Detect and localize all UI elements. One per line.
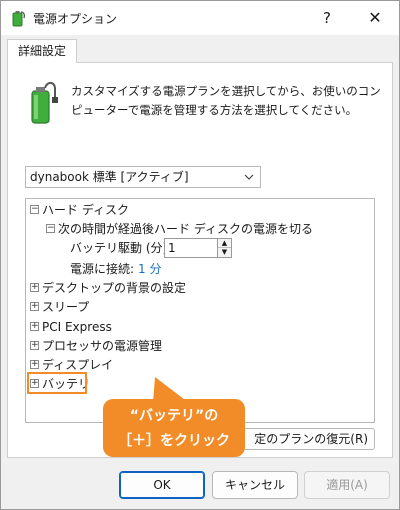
tree-item-hard-disk[interactable]: − ハード ディスク [30, 201, 129, 220]
ac-power-value-link[interactable]: 1 分 [138, 262, 161, 276]
apply-button[interactable]: 適用(A) [304, 471, 390, 499]
tree-item-processor-power[interactable]: + プロセッサの電源管理 [30, 337, 162, 356]
close-button[interactable]: ✕ [355, 1, 395, 35]
expand-icon[interactable]: + [30, 341, 39, 350]
battery-duration-input[interactable]: 1 [164, 238, 218, 258]
ac-power-setting: 電源に接続: 1 分 [70, 262, 162, 276]
collapse-icon[interactable]: − [46, 224, 55, 233]
cancel-button[interactable]: キャンセル [212, 471, 298, 499]
restore-plan-defaults-button[interactable]: 定のプランの復元(R) [223, 428, 375, 450]
description-text: カスタマイズする電源プランを選択してから、お使いのコンピューターで電源を管理する… [71, 84, 381, 117]
callout-line-1: “バッテリ”の [129, 408, 219, 424]
battery-plug-icon [31, 81, 58, 124]
tree-item-sleep[interactable]: + スリープ [30, 298, 89, 317]
stepper-down-icon[interactable]: ▼ [218, 248, 231, 257]
help-button[interactable]: ? [307, 1, 347, 35]
tab-advanced-settings[interactable]: 詳細設定 [7, 39, 77, 63]
tree-item-pci-express[interactable]: + PCI Express [30, 318, 112, 337]
battery-duration-label: バッテリ駆動 (分): [70, 241, 172, 255]
power-options-icon [12, 11, 26, 27]
window-title: 電源オプション [33, 12, 118, 26]
title-bar: 電源オプション ? ✕ [1, 1, 399, 35]
power-plan-dropdown[interactable]: dynabook 標準 [アクティブ] [25, 166, 261, 188]
tree-item-desktop-background[interactable]: + デスクトップの背景の設定 [30, 279, 186, 298]
expand-icon[interactable]: + [30, 322, 39, 331]
tree-item-turn-off-hard-disk[interactable]: − 次の時間が経過後ハード ディスクの電源を切る [46, 220, 313, 239]
battery-highlight-box [27, 372, 87, 394]
ok-button[interactable]: OK [119, 471, 205, 499]
instruction-callout: “バッテリ”の ［＋］をクリック [103, 399, 245, 457]
chevron-down-icon [244, 174, 254, 180]
stepper-up-icon[interactable]: ▲ [218, 239, 231, 248]
power-plan-value: dynabook 標準 [アクティブ] [30, 170, 189, 184]
battery-duration-stepper[interactable]: ▲ ▼ [218, 238, 232, 258]
collapse-icon[interactable]: − [30, 205, 39, 214]
expand-icon[interactable]: + [30, 302, 39, 311]
expand-icon[interactable]: + [30, 283, 39, 292]
expand-icon[interactable]: + [30, 360, 39, 369]
callout-line-2: ［＋］をクリック [118, 433, 230, 449]
power-options-window: 電源オプション ? ✕ 詳細設定 カスタマイズする電源プランを選択してから、お使… [0, 0, 400, 510]
